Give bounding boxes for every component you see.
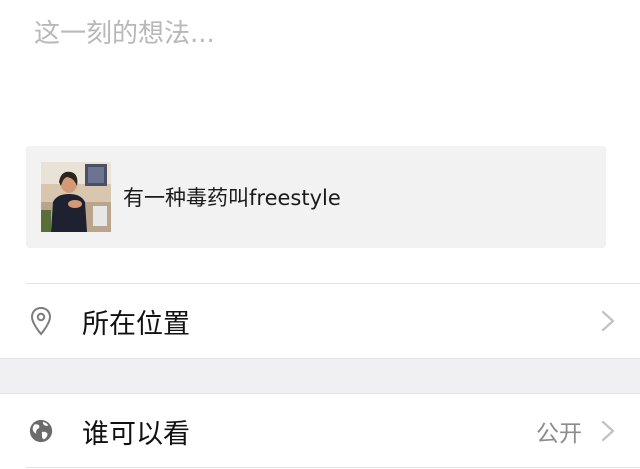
visibility-row[interactable]: 谁可以看 公开	[0, 394, 640, 468]
shared-link-card[interactable]: 有一种毒药叫freestyle	[26, 146, 606, 248]
location-row[interactable]: 所在位置	[0, 284, 640, 358]
chevron-right-icon	[601, 420, 615, 442]
divider	[0, 358, 640, 359]
link-title: 有一种毒药叫freestyle	[123, 186, 341, 210]
visibility-label: 谁可以看	[82, 418, 190, 450]
moments-compose-screen: 有一种毒药叫freestyle 所在位置 谁可以看 公开	[0, 0, 640, 469]
link-thumbnail	[41, 162, 111, 232]
location-pin-icon	[28, 306, 54, 336]
visibility-value: 公开	[536, 421, 582, 447]
thoughts-input[interactable]	[34, 14, 594, 54]
globe-icon	[28, 416, 54, 446]
location-label: 所在位置	[82, 308, 190, 340]
chevron-right-icon	[601, 310, 615, 332]
section-separator	[0, 358, 640, 393]
divider	[26, 467, 640, 468]
